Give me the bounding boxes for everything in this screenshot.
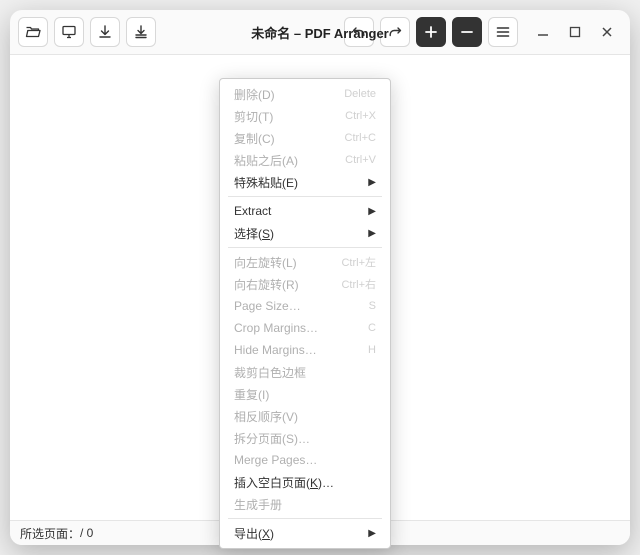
chevron-right-icon: ▶ bbox=[368, 228, 376, 239]
menu-item-label: 生成手册 bbox=[234, 496, 376, 513]
menu-item: 粘贴之后(A)Ctrl+V bbox=[220, 149, 390, 171]
menu-item-accel: Ctrl+右 bbox=[341, 276, 376, 292]
chevron-right-icon: ▶ bbox=[368, 177, 376, 188]
zoom-out-button[interactable] bbox=[452, 17, 482, 47]
menu-item-label: 剪切(T) bbox=[234, 108, 345, 125]
menu-item-label: 选择(S) bbox=[234, 225, 368, 242]
undo-button[interactable] bbox=[344, 17, 374, 47]
undo-icon bbox=[351, 24, 367, 40]
menu-item-label: 裁剪白色边框 bbox=[234, 364, 376, 381]
menu-item-label: 相反顺序(V) bbox=[234, 408, 376, 425]
menu-item-accel: H bbox=[368, 344, 376, 356]
chevron-right-icon: ▶ bbox=[368, 206, 376, 217]
menu-item: 向右旋转(R)Ctrl+右 bbox=[220, 273, 390, 295]
redo-button[interactable] bbox=[380, 17, 410, 47]
menu-item-label: 粘贴之后(A) bbox=[234, 152, 345, 169]
minus-icon bbox=[460, 25, 474, 39]
menu-item-accel: Ctrl+V bbox=[345, 154, 376, 166]
menu-item: 重复(I) bbox=[220, 383, 390, 405]
minimize-button[interactable] bbox=[534, 23, 552, 41]
menu-item-label: 导出(X) bbox=[234, 525, 368, 542]
zoom-in-button[interactable] bbox=[416, 17, 446, 47]
menu-item-accel: Delete bbox=[344, 88, 376, 100]
menu-item[interactable]: Extract▶ bbox=[220, 200, 390, 222]
menu-item-label: 删除(D) bbox=[234, 86, 344, 103]
menu-item-accel: C bbox=[368, 322, 376, 334]
plus-icon bbox=[424, 25, 438, 39]
open-button[interactable] bbox=[18, 17, 48, 47]
menu-item: 剪切(T)Ctrl+X bbox=[220, 105, 390, 127]
import-button[interactable] bbox=[54, 17, 84, 47]
menu-item[interactable]: 插入空白页面(K)… bbox=[220, 471, 390, 493]
menu-item[interactable]: 特殊粘贴(E)▶ bbox=[220, 171, 390, 193]
menu-item: Crop Margins…C bbox=[220, 317, 390, 339]
menu-item-label: 向右旋转(R) bbox=[234, 276, 341, 293]
menu-item: 生成手册 bbox=[220, 493, 390, 515]
maximize-icon bbox=[569, 26, 581, 38]
status-selected-value: / 0 bbox=[80, 526, 93, 540]
minimize-icon bbox=[537, 26, 549, 38]
menu-item-label: 向左旋转(L) bbox=[234, 254, 341, 271]
menu-item[interactable]: 导出(X)▶ bbox=[220, 522, 390, 544]
menu-item-label: 特殊粘贴(E) bbox=[234, 174, 368, 191]
menu-item-accel: Ctrl+X bbox=[345, 110, 376, 122]
menu-item: Hide Margins…H bbox=[220, 339, 390, 361]
menu-item-accel: Ctrl+C bbox=[345, 132, 376, 144]
menu-item-label: 复制(C) bbox=[234, 130, 345, 147]
redo-icon bbox=[387, 24, 403, 40]
maximize-button[interactable] bbox=[566, 23, 584, 41]
menu-item: 向左旋转(L)Ctrl+左 bbox=[220, 251, 390, 273]
close-icon bbox=[601, 26, 613, 38]
download-bar-icon bbox=[133, 24, 149, 40]
menu-item: 删除(D)Delete bbox=[220, 83, 390, 105]
menu-separator bbox=[228, 247, 382, 248]
toolbar-right bbox=[344, 17, 410, 47]
menu-item-label: Crop Margins… bbox=[234, 321, 368, 335]
context-menu: 删除(D)Delete剪切(T)Ctrl+X复制(C)Ctrl+C粘贴之后(A)… bbox=[219, 78, 391, 549]
menu-item: 拆分页面(S)… bbox=[220, 427, 390, 449]
close-button[interactable] bbox=[598, 23, 616, 41]
menu-item-label: Page Size… bbox=[234, 299, 369, 313]
download-icon bbox=[97, 24, 113, 40]
menu-item: 相反顺序(V) bbox=[220, 405, 390, 427]
titlebar: 未命名 – PDF Arranger bbox=[10, 10, 630, 54]
folder-open-icon bbox=[25, 24, 41, 40]
menu-item-label: 重复(I) bbox=[234, 386, 376, 403]
menu-item-accel: S bbox=[369, 300, 376, 312]
window-controls bbox=[534, 23, 616, 41]
chevron-right-icon: ▶ bbox=[368, 528, 376, 539]
toolbar-zoom bbox=[416, 17, 482, 47]
menu-item: Page Size…S bbox=[220, 295, 390, 317]
status-selected-label: 所选页面： bbox=[20, 525, 80, 542]
hamburger-icon bbox=[495, 24, 511, 40]
menu-item[interactable]: 选择(S)▶ bbox=[220, 222, 390, 244]
menu-item-label: 拆分页面(S)… bbox=[234, 430, 376, 447]
main-menu-button[interactable] bbox=[488, 17, 518, 47]
menu-item-label: Merge Pages… bbox=[234, 453, 376, 467]
save-button[interactable] bbox=[90, 17, 120, 47]
menu-item-label: 插入空白页面(K)… bbox=[234, 474, 376, 491]
menu-item: Merge Pages… bbox=[220, 449, 390, 471]
toolbar-left bbox=[18, 17, 156, 47]
menu-item-label: Hide Margins… bbox=[234, 343, 368, 357]
menu-item-label: Extract bbox=[234, 204, 368, 218]
menu-item: 裁剪白色边框 bbox=[220, 361, 390, 383]
saveas-button[interactable] bbox=[126, 17, 156, 47]
monitor-import-icon bbox=[61, 24, 77, 40]
menu-item: 复制(C)Ctrl+C bbox=[220, 127, 390, 149]
menu-separator bbox=[228, 518, 382, 519]
menu-separator bbox=[228, 196, 382, 197]
menu-item-accel: Ctrl+左 bbox=[341, 254, 376, 270]
